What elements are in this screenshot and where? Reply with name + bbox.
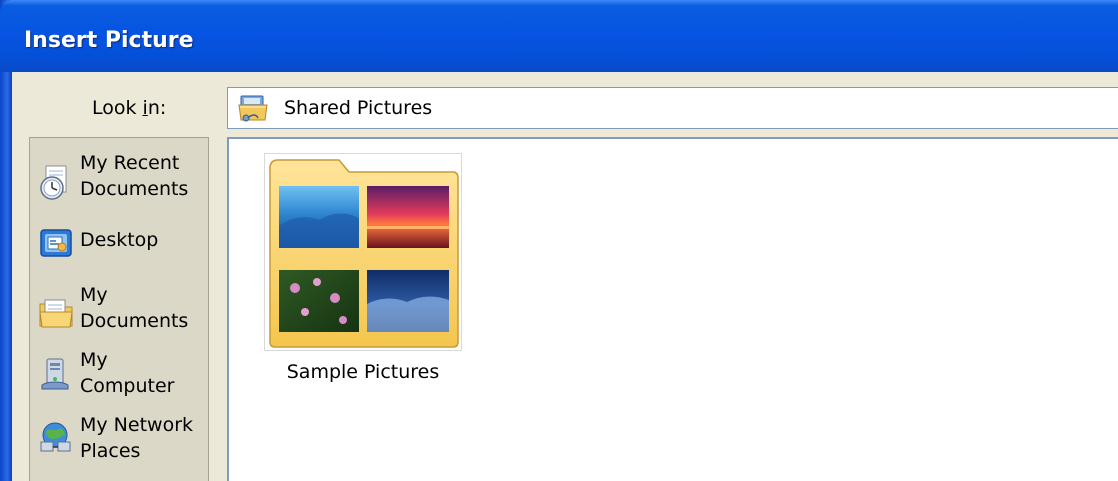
- places-item-label: My Network Places: [80, 414, 194, 462]
- look-in-label-suffix: n:: [147, 97, 167, 119]
- places-item-label: Desktop: [80, 229, 159, 251]
- window-title: Insert Picture: [24, 28, 194, 53]
- look-in-dropdown[interactable]: Shared Pictures: [227, 87, 1118, 129]
- my-computer-icon: [41, 358, 69, 390]
- file-list-pane[interactable]: Sample Pictures: [227, 137, 1118, 481]
- look-in-current-folder: Shared Pictures: [284, 97, 433, 119]
- folder-thumbnail: [264, 153, 462, 351]
- folder-name: Sample Pictures: [286, 361, 440, 383]
- places-bar: My Recent Documents Desktop My Documents: [29, 137, 209, 481]
- my-documents-icon: [39, 299, 73, 328]
- recent-documents-icon: [40, 165, 67, 200]
- places-item-label: My Documents: [80, 284, 189, 332]
- desktop-icon: [40, 229, 72, 257]
- insert-picture-dialog: Insert Picture Look in: Shared Pictures: [0, 0, 1118, 481]
- picture-folder-icon: [269, 159, 459, 348]
- shared-folder-icon: [238, 95, 268, 122]
- places-item-label: My Computer: [80, 349, 175, 397]
- places-item-label: My Recent Documents: [80, 152, 189, 200]
- title-bar[interactable]: Insert Picture: [0, 0, 1118, 72]
- look-in-label: Look in:: [92, 97, 166, 119]
- look-in-label-prefix: Look: [92, 97, 143, 119]
- network-places-icon: [40, 422, 71, 452]
